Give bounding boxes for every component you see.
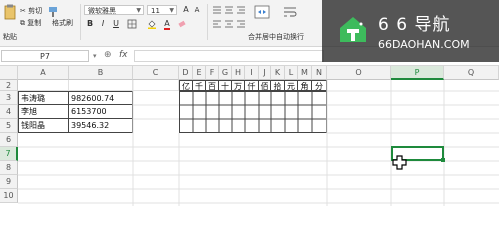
name-box[interactable]: P7 <box>1 50 89 62</box>
copy-label: 复制 <box>27 19 42 27</box>
align-icons <box>213 6 245 14</box>
cut-button[interactable]: ✂ 剪切 <box>20 6 42 16</box>
row-header-2[interactable]: 2 <box>0 80 18 91</box>
merge-icon <box>254 5 270 19</box>
row-header-4[interactable]: 4 <box>0 105 18 119</box>
bold-button[interactable]: B <box>85 19 95 29</box>
text-align-icons <box>213 20 245 28</box>
font-name-select[interactable]: 微软雅黑 ▼ <box>84 5 144 15</box>
col-header-b[interactable]: B <box>69 66 133 80</box>
col-header-n[interactable]: N <box>312 66 327 80</box>
scissors-icon: ✂ <box>20 7 26 15</box>
col-header-d[interactable]: D <box>179 66 193 80</box>
col-header-l[interactable]: L <box>285 66 298 80</box>
watermark-url: 66DAOHAN.COM <box>378 38 470 51</box>
col-header-q[interactable]: Q <box>444 66 499 80</box>
watermark-title: 6 6 导航 <box>378 15 451 35</box>
zoom-icon[interactable]: ⊕ <box>104 50 112 60</box>
col-header-j[interactable]: J <box>259 66 271 80</box>
font-size-value: 11 <box>151 7 160 15</box>
font-size-select[interactable]: 11 ▼ <box>147 5 177 15</box>
merge-center-button[interactable] <box>254 5 270 21</box>
italic-button[interactable]: I <box>98 19 108 29</box>
format-painter-label: 格式刷 <box>52 19 73 27</box>
row-header-8[interactable]: 8 <box>0 161 18 175</box>
font-name-value: 微软雅黑 <box>88 7 116 15</box>
row-header-5[interactable]: 5 <box>0 119 18 133</box>
cut-label: 剪切 <box>28 7 43 15</box>
select-all-corner[interactable] <box>0 66 18 80</box>
increase-font-button[interactable]: A <box>181 5 191 15</box>
row-header-10[interactable]: 10 <box>0 189 18 203</box>
border-icon <box>127 19 137 29</box>
paste-label: 粘贴 <box>3 33 17 41</box>
paste-icon <box>4 4 16 20</box>
col-header-f[interactable]: F <box>206 66 219 80</box>
row-header-9[interactable]: 9 <box>0 175 18 189</box>
ribbon-divider <box>207 4 208 40</box>
clear-format-button[interactable] <box>177 19 187 29</box>
eraser-icon <box>178 20 186 28</box>
font-color-button[interactable]: A <box>162 19 172 30</box>
copy-icon: ⧉ <box>20 19 25 27</box>
fill-bucket-icon <box>148 20 156 29</box>
col-header-e[interactable]: E <box>193 66 206 80</box>
chevron-down-icon: ▼ <box>136 7 141 14</box>
col-header-g[interactable]: G <box>219 66 232 80</box>
align-left-button[interactable] <box>212 19 248 31</box>
cross-cursor-icon <box>392 155 407 170</box>
col-header-p[interactable]: P <box>391 66 444 80</box>
align-top-button[interactable] <box>212 5 248 17</box>
merge-center-label: 合并居中 <box>248 33 276 41</box>
decrease-font-button[interactable]: A <box>192 5 202 15</box>
col-header-o[interactable]: O <box>327 66 391 80</box>
col-header-m[interactable]: M <box>298 66 312 80</box>
col-header-c[interactable]: C <box>133 66 179 80</box>
col-header-h[interactable]: H <box>232 66 245 80</box>
col-header-k[interactable]: K <box>271 66 285 80</box>
auto-wrap-button[interactable] <box>282 5 298 21</box>
underline-button[interactable]: U <box>111 19 121 29</box>
col-header-a[interactable]: A <box>18 66 69 80</box>
border-button[interactable] <box>127 19 137 29</box>
row-header-6[interactable]: 6 <box>0 133 18 147</box>
paste-button[interactable] <box>3 4 17 22</box>
formula-input[interactable] <box>134 50 324 62</box>
site-logo-icon <box>340 17 366 42</box>
fill-handle[interactable] <box>441 158 445 162</box>
auto-wrap-label: 自动换行 <box>276 33 304 41</box>
ribbon-divider <box>80 4 81 40</box>
gridlines <box>18 80 499 206</box>
name-box-chevron-icon[interactable]: ▾ <box>93 52 97 60</box>
wrap-icon <box>284 7 297 17</box>
col-header-i[interactable]: I <box>245 66 259 80</box>
font-color-icon: A <box>164 19 170 30</box>
row-header-3[interactable]: 3 <box>0 91 18 105</box>
chevron-down-icon: ▼ <box>169 7 174 14</box>
fill-color-button[interactable] <box>147 19 157 29</box>
brush-icon <box>49 7 57 17</box>
fx-icon[interactable]: fx <box>119 50 128 60</box>
copy-button[interactable]: ⧉ 复制 <box>20 18 41 28</box>
site-watermark: 6 6 导航 66DAOHAN.COM <box>322 0 499 62</box>
row-header-7[interactable]: 7 <box>0 147 18 161</box>
